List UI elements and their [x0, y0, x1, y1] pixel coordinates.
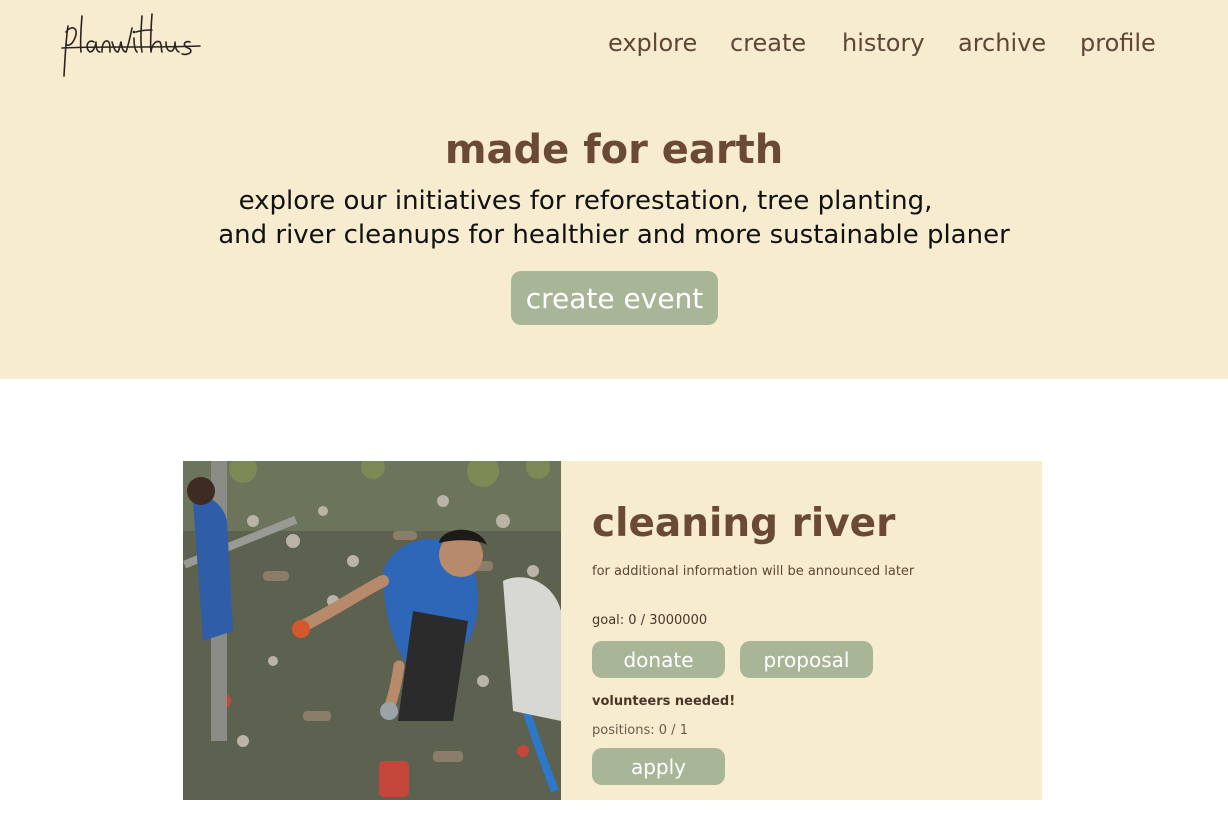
nav-item-profile[interactable]: profile [1080, 27, 1156, 59]
donate-button[interactable]: donate [592, 641, 725, 678]
positions-count: positions: 0 / 1 [592, 723, 688, 738]
hero-subtitle-line-1: explore our initiatives for reforestatio… [238, 186, 933, 216]
hero-subtitle-line-2: and river cleanups for healthier and mor… [218, 220, 1010, 250]
river-cleanup-image [183, 461, 561, 800]
main-nav: explore create history archive profile [0, 27, 1228, 61]
nav-item-explore[interactable]: explore [608, 27, 697, 59]
volunteers-needed-label: volunteers needed! [592, 694, 736, 709]
nav-item-archive[interactable]: archive [958, 27, 1046, 59]
hero-title: made for earth [444, 127, 784, 173]
hero-subtitle: explore our initiatives for reforestatio… [0, 184, 1228, 252]
create-event-button[interactable]: create event [511, 271, 718, 325]
event-description: for additional information will be annou… [592, 564, 915, 579]
nav-item-history[interactable]: history [842, 27, 925, 59]
event-photo [183, 461, 561, 800]
hero-section: explore create history archive profile m… [0, 0, 1228, 379]
donation-goal: goal: 0 / 3000000 [592, 613, 708, 628]
nav-item-create[interactable]: create [730, 27, 806, 59]
event-card: cleaning river for additional informatio… [183, 461, 1042, 800]
event-title: cleaning river [592, 501, 896, 546]
proposal-button[interactable]: proposal [740, 641, 873, 678]
apply-button[interactable]: apply [592, 748, 725, 785]
